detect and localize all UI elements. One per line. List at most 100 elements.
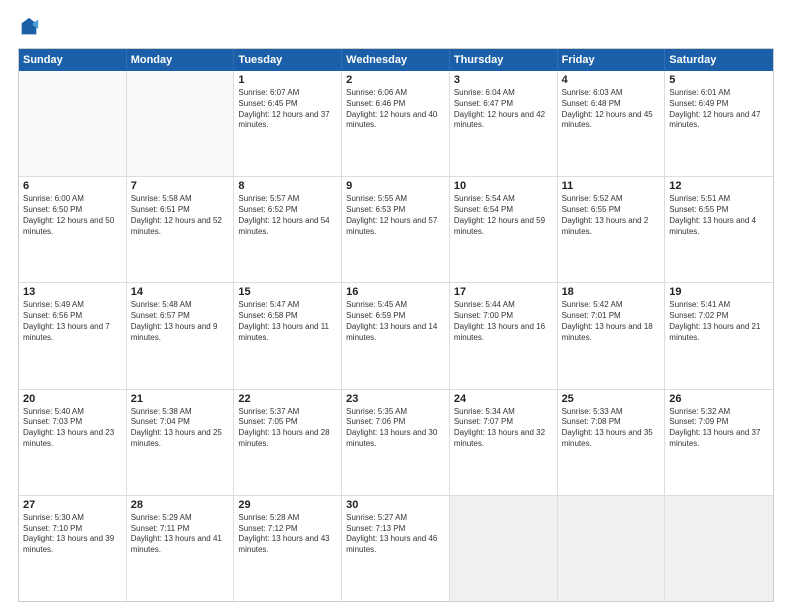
calendar-cell: 8 Sunrise: 5:57 AMSunset: 6:52 PMDaylight…: [234, 177, 342, 282]
cell-content: Sunrise: 6:03 AMSunset: 6:48 PMDaylight:…: [562, 88, 661, 131]
calendar-cell: 27 Sunrise: 5:30 AMSunset: 7:10 PMDayligh…: [19, 496, 127, 601]
day-number: 18: [562, 286, 661, 298]
calendar-cell: 17 Sunrise: 5:44 AMSunset: 7:00 PMDayligh…: [450, 283, 558, 388]
cell-content: Sunrise: 5:44 AMSunset: 7:00 PMDaylight:…: [454, 300, 553, 343]
day-number: 11: [562, 180, 661, 192]
calendar-cell: [127, 71, 235, 176]
cell-content: Sunrise: 5:40 AMSunset: 7:03 PMDaylight:…: [23, 407, 122, 450]
calendar-cell: 24 Sunrise: 5:34 AMSunset: 7:07 PMDayligh…: [450, 390, 558, 495]
calendar-cell: [558, 496, 666, 601]
calendar-cell: 16 Sunrise: 5:45 AMSunset: 6:59 PMDayligh…: [342, 283, 450, 388]
header: [18, 16, 774, 38]
calendar-header-cell: Thursday: [450, 49, 558, 71]
calendar-cell: [19, 71, 127, 176]
logo: [18, 16, 46, 38]
day-number: 16: [346, 286, 445, 298]
cell-content: Sunrise: 5:27 AMSunset: 7:13 PMDaylight:…: [346, 513, 445, 556]
calendar-cell: 14Sunrise: 5:48 AMSunset: 6:57 PMDayligh…: [127, 283, 235, 388]
day-number: 12: [669, 180, 769, 192]
calendar-week: 1Sunrise: 6:07 AMSunset: 6:45 PMDaylight…: [19, 71, 773, 177]
cell-content: Sunrise: 5:42 AMSunset: 7:01 PMDaylight:…: [562, 300, 661, 343]
cell-content: Sunrise: 5:28 AMSunset: 7:12 PMDaylight:…: [238, 513, 337, 556]
calendar-header-cell: Monday: [127, 49, 235, 71]
cell-content: Sunrise: 6:00 AMSunset: 6:50 PMDaylight:…: [23, 194, 122, 237]
cell-content: Sunrise: 5:54 AMSunset: 6:54 PMDaylight:…: [454, 194, 553, 237]
calendar-cell: 11 Sunrise: 5:52 AMSunset: 6:55 PMDayligh…: [558, 177, 666, 282]
cell-content: Sunrise: 6:04 AMSunset: 6:47 PMDaylight:…: [454, 88, 553, 131]
calendar-cell: 25 Sunrise: 5:33 AMSunset: 7:08 PMDayligh…: [558, 390, 666, 495]
cell-content: Sunrise: 5:37 AMSunset: 7:05 PMDaylight:…: [238, 407, 337, 450]
cell-content: Sunrise: 5:47 AMSunset: 6:58 PMDaylight:…: [238, 300, 337, 343]
day-number: 3: [454, 74, 553, 86]
calendar-cell: 5Sunrise: 6:01 AMSunset: 6:49 PMDaylight…: [665, 71, 773, 176]
day-number: 15: [238, 286, 337, 298]
day-number: 8: [238, 180, 337, 192]
cell-content: Sunrise: 5:34 AMSunset: 7:07 PMDaylight:…: [454, 407, 553, 450]
calendar-cell: 29 Sunrise: 5:28 AMSunset: 7:12 PMDayligh…: [234, 496, 342, 601]
calendar-cell: [665, 496, 773, 601]
calendar-cell: 3 Sunrise: 6:04 AMSunset: 6:47 PMDaylight…: [450, 71, 558, 176]
day-number: 14: [131, 286, 230, 298]
calendar-cell: 28 Sunrise: 5:29 AMSunset: 7:11 PMDayligh…: [127, 496, 235, 601]
day-number: 26: [669, 393, 769, 405]
calendar-cell: 30 Sunrise: 5:27 AMSunset: 7:13 PMDayligh…: [342, 496, 450, 601]
calendar-cell: 10 Sunrise: 5:54 AMSunset: 6:54 PMDayligh…: [450, 177, 558, 282]
calendar-header-cell: Sunday: [19, 49, 127, 71]
calendar-cell: 26 Sunrise: 5:32 AMSunset: 7:09 PMDayligh…: [665, 390, 773, 495]
cell-content: Sunrise: 5:49 AMSunset: 6:56 PMDaylight:…: [23, 300, 122, 343]
calendar-cell: 22 Sunrise: 5:37 AMSunset: 7:05 PMDayligh…: [234, 390, 342, 495]
day-number: 21: [131, 393, 230, 405]
calendar-cell: 4 Sunrise: 6:03 AMSunset: 6:48 PMDaylight…: [558, 71, 666, 176]
cell-content: Sunrise: 5:52 AMSunset: 6:55 PMDaylight:…: [562, 194, 661, 237]
calendar-week: 13 Sunrise: 5:49 AMSunset: 6:56 PMDayligh…: [19, 283, 773, 389]
calendar-header-cell: Wednesday: [342, 49, 450, 71]
day-number: 22: [238, 393, 337, 405]
calendar-header: SundayMondayTuesdayWednesdayThursdayFrid…: [19, 49, 773, 71]
day-number: 13: [23, 286, 122, 298]
calendar-cell: 13 Sunrise: 5:49 AMSunset: 6:56 PMDayligh…: [19, 283, 127, 388]
calendar-cell: 21 Sunrise: 5:38 AMSunset: 7:04 PMDayligh…: [127, 390, 235, 495]
day-number: 10: [454, 180, 553, 192]
cell-content: Sunrise: 5:57 AMSunset: 6:52 PMDaylight:…: [238, 194, 337, 237]
day-number: 4: [562, 74, 661, 86]
day-number: 27: [23, 499, 122, 511]
day-number: 19: [669, 286, 769, 298]
day-number: 5: [669, 74, 769, 86]
calendar-header-cell: Saturday: [665, 49, 773, 71]
day-number: 24: [454, 393, 553, 405]
calendar-cell: 18 Sunrise: 5:42 AMSunset: 7:01 PMDayligh…: [558, 283, 666, 388]
calendar-cell: 23 Sunrise: 5:35 AMSunset: 7:06 PMDayligh…: [342, 390, 450, 495]
day-number: 7: [131, 180, 230, 192]
day-number: 23: [346, 393, 445, 405]
calendar-cell: 9Sunrise: 5:55 AMSunset: 6:53 PMDaylight…: [342, 177, 450, 282]
day-number: 9: [346, 180, 445, 192]
cell-content: Sunrise: 5:30 AMSunset: 7:10 PMDaylight:…: [23, 513, 122, 556]
logo-icon: [18, 16, 40, 38]
cell-content: Sunrise: 5:35 AMSunset: 7:06 PMDaylight:…: [346, 407, 445, 450]
day-number: 29: [238, 499, 337, 511]
calendar-cell: 6Sunrise: 6:00 AMSunset: 6:50 PMDaylight…: [19, 177, 127, 282]
calendar-cell: 19 Sunrise: 5:41 AMSunset: 7:02 PMDayligh…: [665, 283, 773, 388]
cell-content: Sunrise: 5:38 AMSunset: 7:04 PMDaylight:…: [131, 407, 230, 450]
calendar-cell: 7Sunrise: 5:58 AMSunset: 6:51 PMDaylight…: [127, 177, 235, 282]
day-number: 20: [23, 393, 122, 405]
cell-content: Sunrise: 5:45 AMSunset: 6:59 PMDaylight:…: [346, 300, 445, 343]
day-number: 1: [238, 74, 337, 86]
cell-content: Sunrise: 5:41 AMSunset: 7:02 PMDaylight:…: [669, 300, 769, 343]
calendar-cell: 1Sunrise: 6:07 AMSunset: 6:45 PMDaylight…: [234, 71, 342, 176]
day-number: 25: [562, 393, 661, 405]
calendar-cell: 2Sunrise: 6:06 AMSunset: 6:46 PMDaylight…: [342, 71, 450, 176]
calendar-cell: [450, 496, 558, 601]
calendar-week: 27 Sunrise: 5:30 AMSunset: 7:10 PMDayligh…: [19, 496, 773, 601]
calendar-header-cell: Friday: [558, 49, 666, 71]
cell-content: Sunrise: 5:32 AMSunset: 7:09 PMDaylight:…: [669, 407, 769, 450]
cell-content: Sunrise: 6:06 AMSunset: 6:46 PMDaylight:…: [346, 88, 445, 131]
page: SundayMondayTuesdayWednesdayThursdayFrid…: [0, 0, 792, 612]
calendar-week: 20 Sunrise: 5:40 AMSunset: 7:03 PMDayligh…: [19, 390, 773, 496]
day-number: 17: [454, 286, 553, 298]
day-number: 30: [346, 499, 445, 511]
day-number: 28: [131, 499, 230, 511]
calendar-header-cell: Tuesday: [234, 49, 342, 71]
cell-content: Sunrise: 5:33 AMSunset: 7:08 PMDaylight:…: [562, 407, 661, 450]
cell-content: Sunrise: 5:29 AMSunset: 7:11 PMDaylight:…: [131, 513, 230, 556]
